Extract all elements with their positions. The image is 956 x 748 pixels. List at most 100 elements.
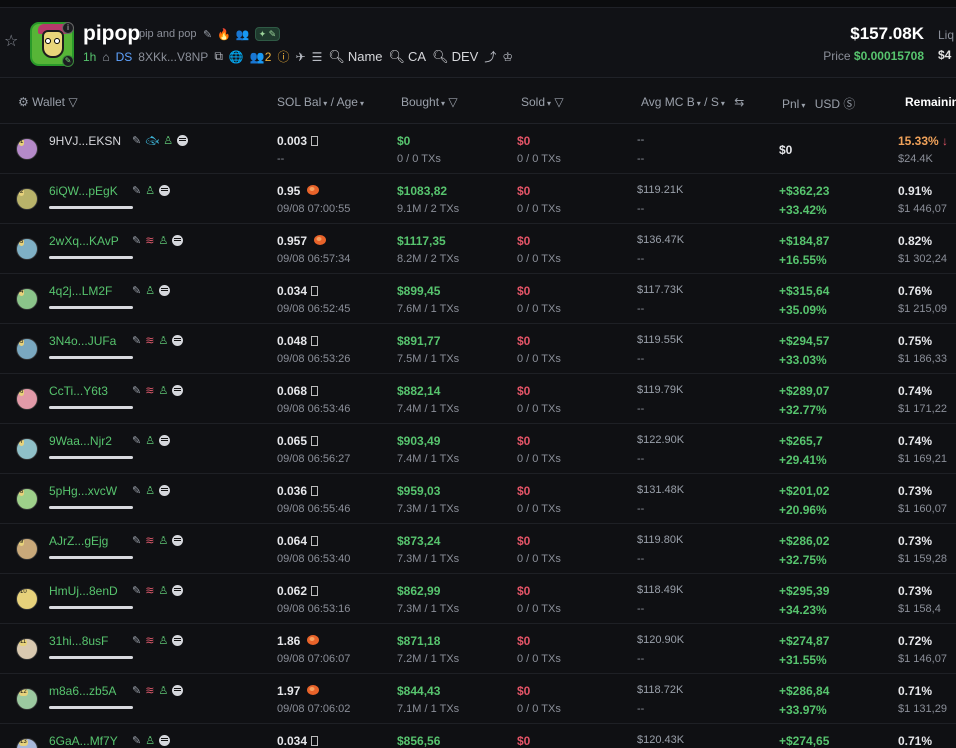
wallet-address[interactable]: 2wXq...KAvP — [49, 234, 119, 248]
edit-wallet-icon[interactable]: ✎ — [132, 584, 141, 597]
filter-icon[interactable]: ▽ — [554, 95, 563, 109]
edit-wallet-icon[interactable]: ✎ — [132, 684, 141, 697]
globe-icon[interactable]: 🌐 — [229, 50, 244, 64]
menu-circle-icon[interactable] — [159, 735, 171, 746]
table-row[interactable]: 9 AJrZ...gEjg ✎ ≋ ♙ 0.064 09/08 06:53:40 $873,2… — [0, 524, 956, 574]
menu-circle-icon[interactable] — [172, 585, 184, 596]
wallet-address[interactable]: 4q2j...LM2F — [49, 284, 112, 298]
sol-balance: 1.97 — [277, 684, 320, 698]
edit-wallet-icon[interactable]: ✎ — [132, 134, 141, 147]
alert-icon[interactable]: ⓘ — [277, 48, 289, 65]
edit-wallet-icon[interactable]: ✎ — [132, 284, 141, 297]
wallet-address[interactable]: 6GaA...Mf7Y — [49, 734, 118, 748]
favorite-star-icon[interactable]: ☆ — [4, 34, 20, 50]
table-row[interactable]: 8 5pHg...xvcW ✎ ♙ 0.036 09/08 06:55:46 $959,03… — [0, 474, 956, 524]
avatar[interactable]: 13 — [16, 738, 38, 748]
sold-column-header[interactable]: Sold ▾ ▽ — [521, 95, 564, 109]
wallet-address[interactable]: 31hi...8usF — [49, 634, 108, 648]
wallet-address[interactable]: m8a6...zb5A — [49, 684, 116, 698]
wallet-column-header[interactable]: ⚙ Wallet ▽ — [18, 95, 78, 109]
table-row[interactable]: 12 m8a6...zb5A ✎ ≋ ♙ 1.97 09/08 07:06:02 $844,4… — [0, 674, 956, 724]
edit-wallet-icon[interactable]: ✎ — [132, 234, 141, 247]
table-row[interactable]: 7 9Waa...Njr2 ✎ ♙ 0.065 09/08 06:56:27 $903,49… — [0, 424, 956, 474]
avatar[interactable]: 10 — [16, 588, 38, 610]
avatar[interactable]: 9 — [16, 538, 38, 560]
menu-circle-icon[interactable]: ☰ — [312, 50, 323, 64]
edit-wallet-icon[interactable]: ✎ — [132, 634, 141, 647]
usd-toggle[interactable]: USD — [815, 97, 840, 111]
menu-circle-icon[interactable] — [159, 285, 171, 296]
swap-arrows-icon[interactable]: ⇆ — [734, 95, 744, 109]
wallet-address[interactable]: 9Waa...Njr2 — [49, 434, 112, 448]
menu-circle-icon[interactable] — [172, 335, 184, 346]
telegram-icon[interactable]: ✈ — [296, 50, 306, 64]
avatar[interactable]: 12 — [16, 688, 38, 710]
share-icon[interactable]: ⤴ — [484, 48, 496, 65]
table-row[interactable]: 2 6iQW...pEgK ✎ ♙ 0.95 09/08 07:00:55 $1083,82… — [0, 174, 956, 224]
avatar[interactable]: 11 — [16, 638, 38, 660]
avatar[interactable]: 5 — [16, 338, 38, 360]
menu-circle-icon[interactable] — [172, 685, 184, 696]
wallet-address[interactable]: 6iQW...pEgK — [49, 184, 118, 198]
info-badge-icon[interactable]: i — [62, 22, 74, 34]
edit-wallet-icon[interactable]: ✎ — [132, 484, 141, 497]
remaining-column-header[interactable]: Remaining — [905, 95, 956, 109]
wallet-address[interactable]: 3N4o...JUFa — [49, 334, 116, 348]
menu-circle-icon[interactable] — [172, 535, 184, 546]
remaining-percent-value: 0.74% — [898, 434, 933, 448]
avatar[interactable]: 1 — [16, 138, 38, 160]
bought-column-header[interactable]: Bought ▾ ▽ — [401, 95, 458, 109]
search-name-button[interactable]: 🔍︎ Name — [328, 49, 382, 65]
menu-circle-icon[interactable] — [159, 435, 171, 446]
table-row[interactable]: 11 31hi...8usF ✎ ≋ ♙ 1.86 09/08 07:06:07 $871,1… — [0, 624, 956, 674]
edit-badge-icon[interactable]: ✎ — [62, 55, 74, 67]
holders-warning[interactable]: 👥2 — [250, 50, 272, 64]
avatar[interactable]: 8 — [16, 488, 38, 510]
wallet-address[interactable]: AJrZ...gEjg — [49, 534, 108, 548]
edit-wallet-icon[interactable]: ✎ — [132, 534, 141, 547]
table-row[interactable]: 1 9HVJ...EKSN ✎ 🐟︎ ♙ 0.003 -- $0 0 / 0 TXs $0 0 / … — [0, 124, 956, 174]
edit-wallet-icon[interactable]: ✎ — [132, 734, 141, 747]
menu-circle-icon[interactable] — [172, 385, 184, 396]
crown-icon[interactable]: ♔ — [502, 50, 513, 64]
avatar[interactable]: 7 — [16, 438, 38, 460]
socials-pill[interactable]: ✦ ✎ — [254, 27, 281, 41]
search-icon: 🔍︎ — [432, 48, 449, 64]
solbal-age-column-header[interactable]: SOL Bal ▾ / Age ▾ — [277, 95, 364, 109]
menu-circle-icon[interactable] — [159, 485, 171, 496]
filter-icon[interactable]: ▽ — [448, 95, 457, 109]
avatar[interactable]: 3 — [16, 238, 38, 260]
table-row[interactable]: 10 HmUj...8enD ✎ ≋ ♙ 0.062 09/08 06:53:16 $862,… — [0, 574, 956, 624]
wallet-address[interactable]: CcTi...Y6t3 — [49, 384, 108, 398]
wallet-address[interactable]: 5pHg...xvcW — [49, 484, 117, 498]
menu-circle-icon[interactable] — [177, 135, 189, 146]
table-row[interactable]: 4 4q2j...LM2F ✎ ♙ 0.034 09/08 06:52:45 $899,45… — [0, 274, 956, 324]
edit-wallet-icon[interactable]: ✎ — [132, 434, 141, 447]
table-row[interactable]: 3 2wXq...KAvP ✎ ≋ ♙ 0.957 09/08 06:57:34 $1117,… — [0, 224, 956, 274]
token-address[interactable]: 8XKk...V8NP — [138, 50, 208, 64]
wallet-address[interactable]: HmUj...8enD — [49, 584, 118, 598]
edit-wallet-icon[interactable]: ✎ — [132, 384, 141, 397]
currency-icon[interactable]: Ⓢ — [843, 97, 855, 111]
menu-circle-icon[interactable] — [172, 235, 184, 246]
copy-icon[interactable]: ⧉ — [214, 49, 223, 64]
avatar[interactable]: 2 — [16, 188, 38, 210]
table-row[interactable]: 5 3N4o...JUFa ✎ ≋ ♙ 0.048 09/08 06:53:26 $891,7… — [0, 324, 956, 374]
avatar[interactable]: 4 — [16, 288, 38, 310]
edit-name-icon[interactable]: ✎ — [203, 28, 212, 41]
pnl-column-header[interactable]: Pnl ▾ USD Ⓢ — [782, 95, 855, 112]
avatar[interactable]: 6 — [16, 388, 38, 410]
table-row[interactable]: 6 CcTi...Y6t3 ✎ ≋ ♙ 0.068 09/08 06:53:46 $882,1… — [0, 374, 956, 424]
wallet-address[interactable]: 9HVJ...EKSN — [49, 134, 121, 148]
edit-wallet-icon[interactable]: ✎ — [132, 334, 141, 347]
ds-link[interactable]: DS — [116, 50, 133, 64]
filter-icon[interactable]: ▽ — [68, 95, 77, 109]
search-ca-button[interactable]: 🔍︎ CA — [389, 49, 427, 65]
menu-circle-icon[interactable] — [172, 635, 184, 646]
settings-icon[interactable]: ⚙ — [18, 95, 29, 109]
table-row[interactable]: 13 6GaA...Mf7Y ✎ ♙ 0.034 $856,56 $0 $120.43K +$2… — [0, 724, 956, 748]
menu-circle-icon[interactable] — [159, 185, 171, 196]
edit-wallet-icon[interactable]: ✎ — [132, 184, 141, 197]
avgmc-column-header[interactable]: Avg MC B ▾ / S ▾ ⇆ — [641, 95, 744, 109]
search-dev-button[interactable]: 🔍︎ DEV — [432, 49, 478, 65]
